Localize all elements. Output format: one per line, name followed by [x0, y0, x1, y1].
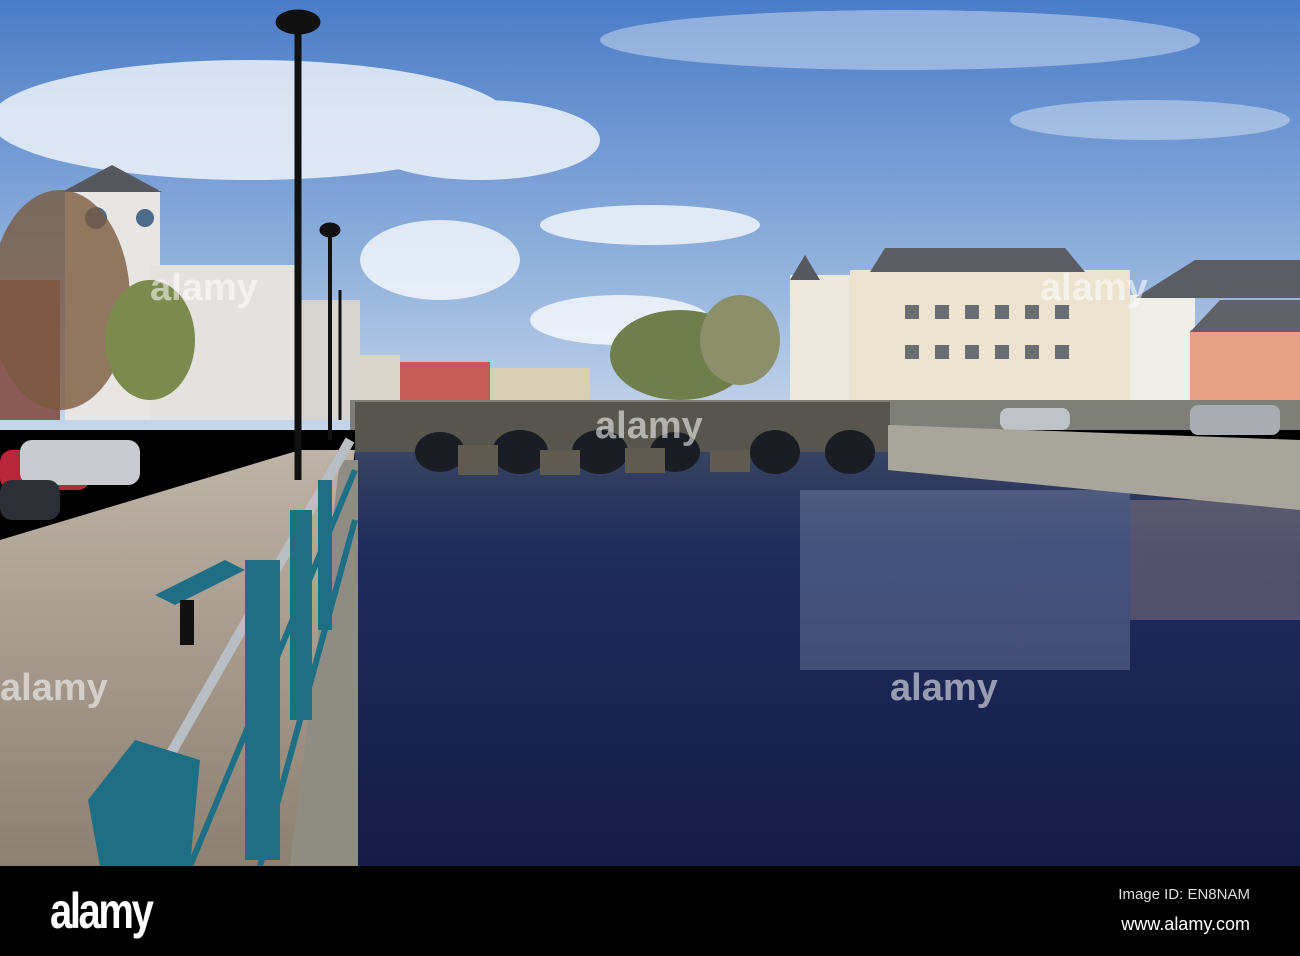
watermark-text: alamy — [595, 405, 703, 447]
footer-bar: alamy Image ID: EN8NAM www.alamy.com — [0, 866, 1300, 956]
image-id: Image ID: EN8NAM — [1118, 886, 1250, 903]
alamy-logo: alamy — [50, 883, 154, 939]
watermark-text: alamy — [150, 267, 258, 309]
river-scene-photo: alamy alamy alamy alamy alamy — [0, 0, 1300, 866]
watermark-text: alamy — [1040, 267, 1148, 309]
website-link[interactable]: www.alamy.com — [1121, 914, 1250, 935]
watermark-text: alamy — [890, 667, 998, 709]
watermark-text: alamy — [0, 667, 108, 709]
